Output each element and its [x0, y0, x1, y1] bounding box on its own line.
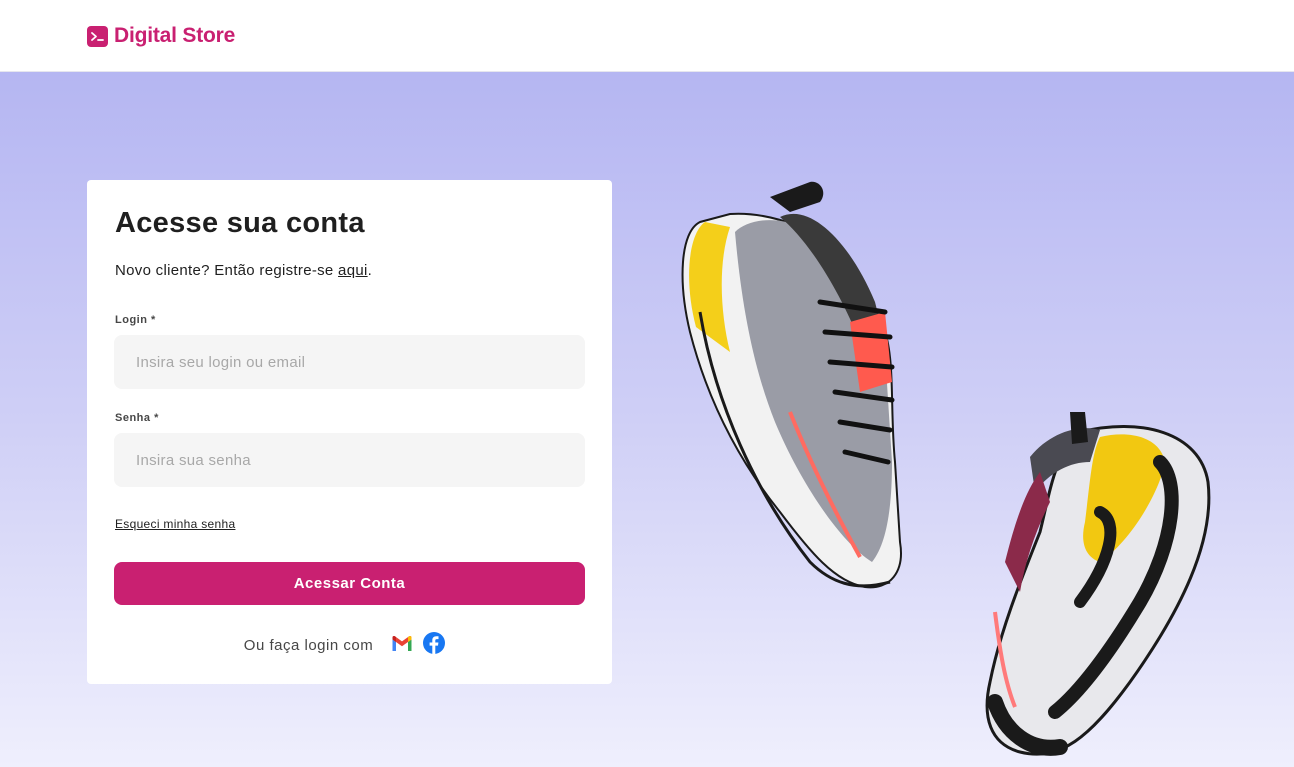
register-link[interactable]: aqui — [338, 262, 368, 279]
brand-logo[interactable]: Digital Store — [87, 24, 235, 48]
submit-button[interactable]: Acessar Conta — [114, 562, 585, 605]
login-hero: Acesse sua conta Novo cliente? Então reg… — [0, 72, 1294, 767]
register-prompt-suffix: . — [367, 262, 373, 279]
gmail-icon[interactable] — [391, 635, 413, 657]
register-prompt: Novo cliente? Então registre-se aqui. — [115, 262, 372, 279]
login-input[interactable] — [114, 335, 585, 389]
brand-name: Digital Store — [114, 24, 236, 47]
sneakers-image — [681, 181, 1211, 756]
site-header: Digital Store — [0, 0, 1294, 72]
register-prompt-text: Novo cliente? Então registre-se — [115, 262, 339, 279]
page-title: Acesse sua conta — [115, 207, 365, 239]
login-card: Acesse sua conta Novo cliente? Então reg… — [87, 180, 612, 684]
social-login: Ou faça login com — [87, 632, 612, 659]
forgot-password-link[interactable]: Esqueci minha senha — [115, 517, 235, 531]
password-input[interactable] — [114, 433, 585, 487]
social-login-text: Ou faça login com — [243, 637, 374, 654]
left-sneaker — [681, 181, 902, 589]
terminal-icon — [87, 25, 108, 47]
right-sneaker — [985, 412, 1211, 756]
facebook-icon[interactable] — [423, 632, 446, 659]
login-label: Login * — [115, 314, 156, 326]
password-label: Senha * — [115, 412, 159, 424]
